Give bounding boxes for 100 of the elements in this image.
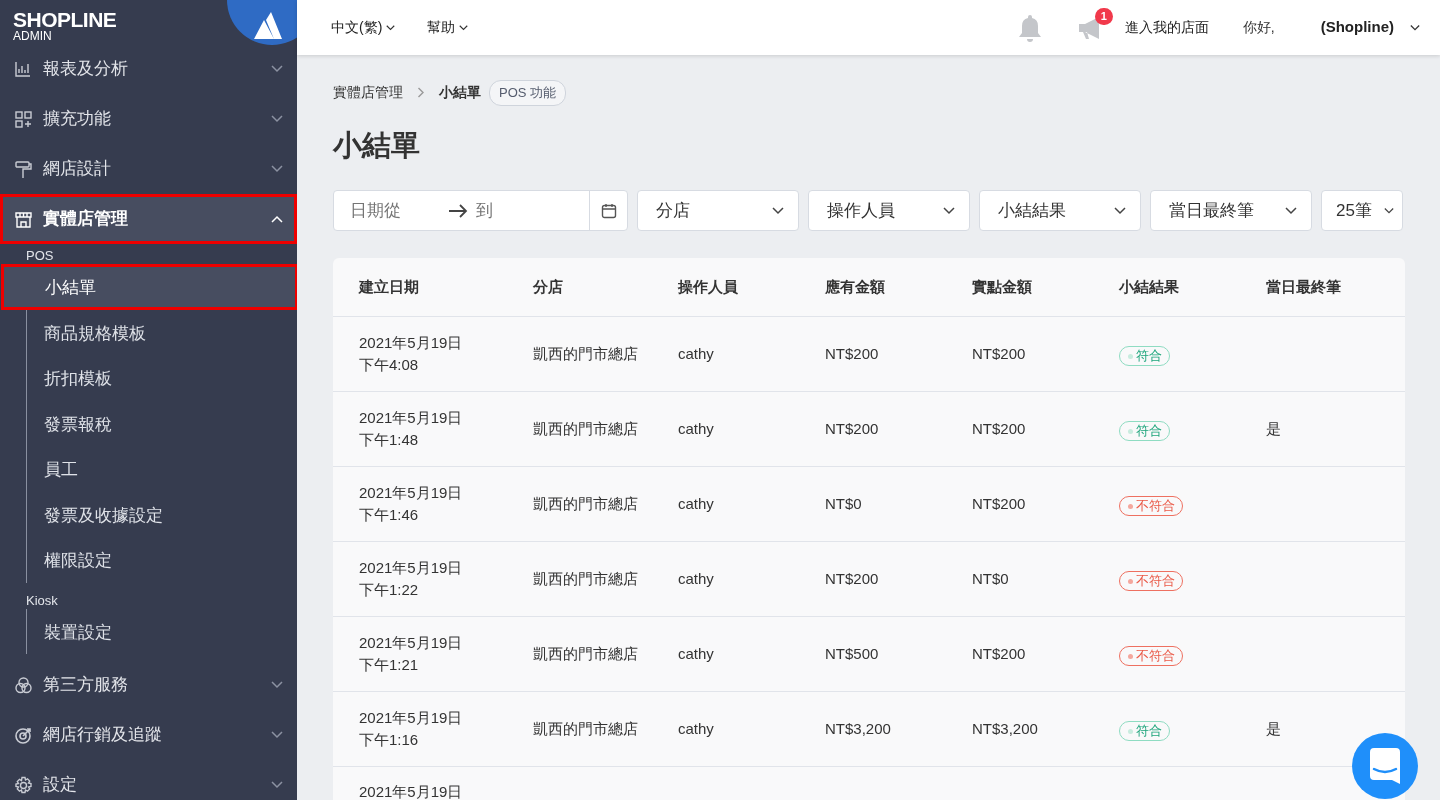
table-cell: NT$200 <box>825 345 879 363</box>
date-text: 2021年5月19日 <box>359 707 464 728</box>
paint-roller-icon <box>14 159 33 179</box>
date-from-field[interactable]: 日期從 <box>348 197 448 225</box>
table-cell: 凱西的門市總店 <box>533 420 638 438</box>
store-icon <box>14 209 33 229</box>
date-text: 2021年5月19日 <box>359 557 464 578</box>
table-cell: NT$200 <box>825 420 879 438</box>
submenu-item[interactable]: 小結單 <box>1 264 297 310</box>
submenu-item[interactable]: 發票及收據設定 <box>26 491 297 537</box>
column-header: 當日最終筆 <box>1266 277 1342 298</box>
date-text: 2021年5月19日 <box>359 332 464 353</box>
feature-tag: POS 功能 <box>489 80 567 106</box>
breadcrumb-link[interactable]: 實體店管理 <box>333 82 403 104</box>
time-text: 下午1:21 <box>359 655 420 676</box>
column-header: 分店 <box>533 277 564 298</box>
table-cell: 凱西的門市總店 <box>533 570 638 588</box>
sidebar-item[interactable]: 實體店管理 <box>0 194 297 244</box>
chevron-icon <box>271 65 283 73</box>
user-menu[interactable]: (Shopline) <box>1320 16 1420 39</box>
table-cell: 凱西的門市總店 <box>533 720 638 738</box>
chevron-icon <box>772 206 784 215</box>
table-cell: cathy <box>678 345 714 363</box>
chevron-icon <box>271 731 283 739</box>
chevron-icon <box>1410 23 1420 32</box>
time-text: 下午1:48 <box>359 430 420 451</box>
time-text: 下午4:08 <box>359 355 420 376</box>
chevron-icon <box>271 781 283 789</box>
sidebar-item[interactable]: 網店行銷及追蹤 <box>0 710 297 760</box>
submenu-item[interactable]: 裝置設定 <box>26 608 297 654</box>
page-title: 小結單 <box>333 127 421 163</box>
table-cell: 凱西的門市總店 <box>533 495 638 513</box>
chevron-icon <box>1384 206 1394 215</box>
filter-dropdown[interactable]: 小結結果 <box>979 190 1141 232</box>
arrow-right-icon <box>448 203 468 218</box>
chart-icon <box>14 59 33 79</box>
date-text: 2021年5月19日 <box>359 782 464 800</box>
column-header: 建立日期 <box>359 277 420 298</box>
chevron-icon <box>1285 206 1297 215</box>
date-text: 2021年5月19日 <box>359 632 464 653</box>
breadcrumb-current: 小結單 <box>439 83 481 103</box>
table-cell: cathy <box>678 420 714 438</box>
table-cell: NT$3,200 <box>825 720 891 738</box>
sidebar-item[interactable]: 擴充功能 <box>0 94 297 144</box>
table-cell: NT$500 <box>825 645 879 663</box>
submenu-item[interactable]: 發票報稅 <box>26 400 297 446</box>
target-icon <box>14 725 33 745</box>
time-text: 下午1:46 <box>359 505 420 526</box>
table-cell: 凱西的門市總店 <box>533 345 638 363</box>
table-cell: 是 <box>1266 420 1281 438</box>
filter-dropdown[interactable]: 當日最終筆 <box>1150 190 1312 232</box>
table-cell: cathy <box>678 720 714 738</box>
submenu-item[interactable]: 權限設定 <box>26 537 297 583</box>
table-cell: 凱西的門市總店 <box>533 645 638 663</box>
table-cell: NT$200 <box>972 345 1026 363</box>
filter-dropdown[interactable]: 操作人員 <box>808 190 970 232</box>
table-cell: NT$3,200 <box>972 720 1038 738</box>
menu-group-title: Kiosk <box>25 591 59 609</box>
page-size-dropdown[interactable]: 25筆 <box>1321 190 1403 232</box>
chat-icon <box>1370 748 1400 784</box>
filter-dropdown[interactable]: 分店 <box>637 190 799 232</box>
sidebar-item[interactable]: 設定 <box>0 760 297 800</box>
table-cell: NT$0 <box>972 570 1009 588</box>
table-cell: cathy <box>678 645 714 663</box>
chevron-icon <box>271 215 283 223</box>
sidebar-item[interactable]: 網店設計 <box>0 144 297 194</box>
calendar-icon[interactable] <box>600 202 617 219</box>
greeting-text: 你好, <box>1242 18 1275 37</box>
column-header: 小結結果 <box>1119 277 1180 298</box>
notification-badge: 1 <box>1094 7 1113 25</box>
sidebar-item[interactable]: 報表及分析 <box>0 44 297 94</box>
time-text: 下午1:16 <box>359 730 420 751</box>
date-to-field[interactable]: 到 <box>474 197 574 225</box>
settings-icon <box>14 775 33 795</box>
table-cell: NT$200 <box>825 570 879 588</box>
table-cell: cathy <box>678 570 714 588</box>
date-text: 2021年5月19日 <box>359 482 464 503</box>
chevron-icon <box>271 681 283 689</box>
menu-dropdown[interactable]: 幫助 <box>427 17 469 38</box>
chevron-icon <box>386 23 396 32</box>
submenu-item[interactable]: 折扣模板 <box>26 355 297 401</box>
table-cell: NT$200 <box>972 495 1026 513</box>
apps-icon <box>14 109 33 129</box>
column-header: 應有金額 <box>825 277 886 298</box>
table-cell: NT$200 <box>972 420 1026 438</box>
chevron-icon <box>459 23 469 32</box>
table-cell: NT$200 <box>972 645 1026 663</box>
store-link[interactable]: 進入我的店面 <box>1124 17 1209 38</box>
logo-subtitle: ADMIN <box>13 30 53 42</box>
submenu-item[interactable]: 員工 <box>26 446 297 492</box>
time-text: 下午1:22 <box>359 580 420 601</box>
sidebar-item[interactable]: 第三方服務 <box>0 660 297 710</box>
chevron-icon <box>271 165 283 173</box>
column-header: 操作人員 <box>678 277 739 298</box>
menu-dropdown[interactable]: 中文(繁) <box>331 17 396 38</box>
table-cell: NT$0 <box>825 495 862 513</box>
menu-group-title: POS <box>25 247 55 264</box>
submenu-item[interactable]: 商品規格模板 <box>26 309 297 355</box>
circles-icon <box>14 675 33 695</box>
chevron-icon <box>271 115 283 123</box>
